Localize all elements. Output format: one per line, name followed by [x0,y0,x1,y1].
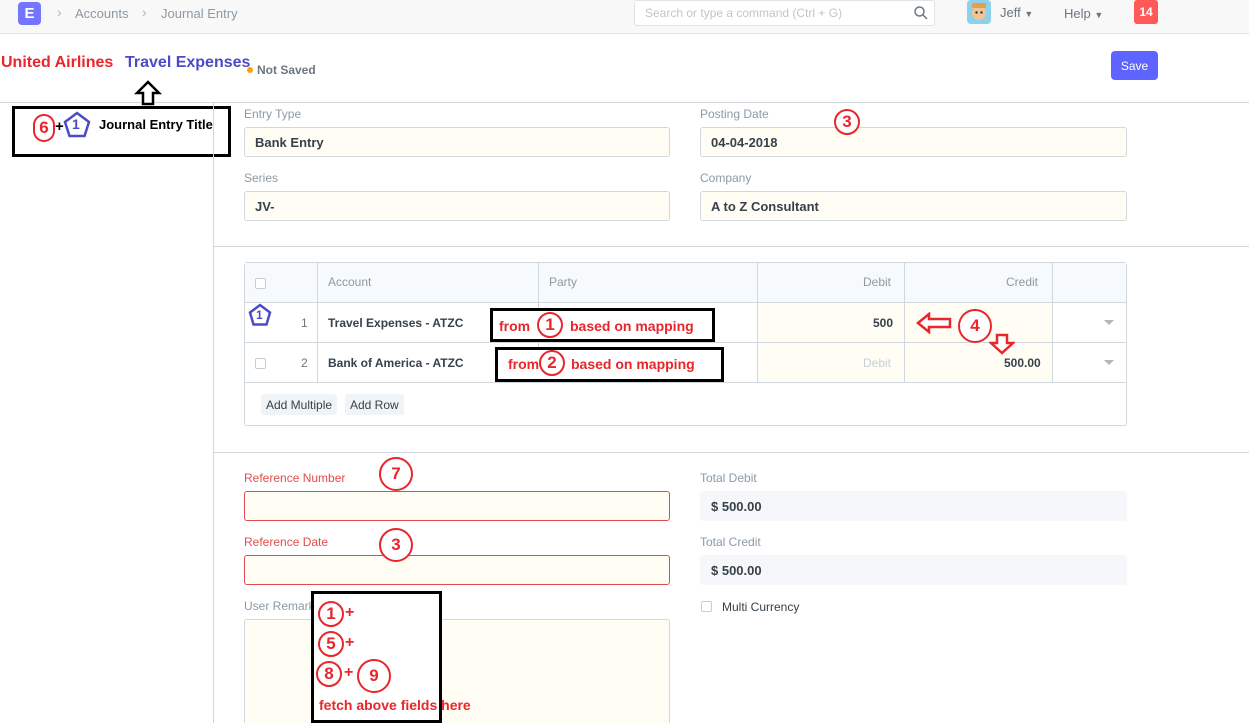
add-row-button[interactable]: Add Row [345,394,404,415]
row-checkbox[interactable] [255,358,266,369]
table-cell-debit-value: 500 [873,316,894,330]
annotation-text: from [499,318,531,334]
annotation-title-note: Journal Entry Title [99,117,213,132]
divider [0,102,1249,103]
annotation-number: 1 [318,601,344,627]
column-header-credit: Credit [1006,275,1039,289]
annotation-number: 2 [539,350,565,376]
reference-number-field[interactable] [244,491,670,521]
notification-badge[interactable]: 14 [1134,0,1158,24]
user-menu[interactable]: Jeff ▼ [1000,5,1033,20]
column-header-debit: Debit [863,275,892,289]
annotation-number: 9 [357,659,391,693]
company-label: Company [700,171,752,185]
annotation-number: 3 [834,109,860,135]
reference-date-field[interactable] [244,555,670,585]
help-menu[interactable]: Help ▼ [1064,6,1103,21]
table-cell-account[interactable]: Travel Expenses - ATZC [328,316,463,330]
posting-date-field[interactable]: 04-04-2018 [700,127,1127,157]
annotation-number: 6 [33,114,55,142]
total-credit-label: Total Credit [700,535,761,549]
debit-placeholder: Debit [863,356,892,370]
row-index: 1 [301,316,308,330]
annotation-number: 5 [318,631,344,657]
annotation-plus: + [344,664,354,681]
breadcrumb-accounts[interactable]: Accounts [75,6,128,21]
annotation-plus: + [345,634,355,651]
divider [214,452,1249,453]
reference-number-label: Reference Number [244,471,346,485]
chevron-right-icon: › [57,4,62,20]
table-cell-account[interactable]: Bank of America - ATZC [328,356,464,370]
column-header-account: Account [328,275,372,289]
avatar[interactable] [967,0,991,24]
caret-down-icon: ▼ [1094,10,1104,20]
total-debit-label: Total Debit [700,471,757,485]
column-header-party: Party [549,275,578,289]
annotation-number: 4 [958,309,992,343]
breadcrumb-journal-entry[interactable]: Journal Entry [161,6,238,21]
row-index: 2 [301,356,308,370]
pentagon-marker-number: 1 [256,308,263,322]
page-title-prefix: United Airlines [1,54,114,71]
search-placeholder: Search or type a command (Ctrl + G) [645,6,843,20]
company-field[interactable]: A to Z Consultant [700,191,1127,221]
divider [317,263,318,382]
divider [1052,263,1053,382]
row-menu-icon[interactable] [1104,360,1114,365]
chevron-right-icon: › [142,4,147,20]
total-credit-value: $ 500.00 [700,555,1127,585]
user-name: Jeff [1000,5,1021,20]
status-text: Not Saved [257,63,316,77]
status-dot [247,67,253,73]
caret-down-icon: ▼ [1024,9,1034,19]
row-menu-icon[interactable] [1104,320,1114,325]
search-input[interactable]: Search or type a command (Ctrl + G) [634,0,935,26]
reference-date-label: Reference Date [244,535,329,549]
table-cell-credit-value: 500.00 [1004,356,1041,370]
total-debit-value: $ 500.00 [700,491,1127,521]
pentagon-marker-number: 1 [72,116,80,132]
annotation-plus: + [345,604,355,621]
divider [245,382,1126,383]
user-remark-label: User Remark [244,599,315,613]
save-button[interactable]: Save [1111,51,1158,80]
divider [213,103,214,723]
help-label: Help [1064,6,1091,21]
multi-currency-label: Multi Currency [722,600,800,614]
multi-currency-checkbox[interactable] [701,601,712,612]
annotation-number: 7 [379,457,413,491]
page-title: Travel Expenses [125,54,251,71]
annotation-text: based on mapping [570,318,694,334]
select-all-checkbox[interactable] [255,278,266,289]
search-icon [914,6,928,20]
add-multiple-button[interactable]: Add Multiple [261,394,338,415]
series-select[interactable]: JV- [244,191,670,221]
posting-date-label: Posting Date [700,107,769,121]
arrow-left-icon [916,312,952,334]
entry-type-label: Entry Type [244,107,302,121]
arrow-down-icon [989,333,1015,355]
annotation-number: 1 [537,312,563,338]
arrow-up-icon [134,80,162,106]
status-indicator: Not Saved [247,63,316,77]
divider [214,246,1249,247]
annotation-text: from [508,356,540,372]
entry-type-select[interactable]: Bank Entry [244,127,670,157]
table-header [245,263,1126,303]
app-logo[interactable]: E [18,2,41,25]
annotation-number: 3 [379,528,413,562]
annotation-number: 8 [316,661,342,687]
annotation-text: based on mapping [571,356,695,372]
annotation-text: fetch above fields here [319,697,471,713]
series-label: Series [244,171,279,185]
